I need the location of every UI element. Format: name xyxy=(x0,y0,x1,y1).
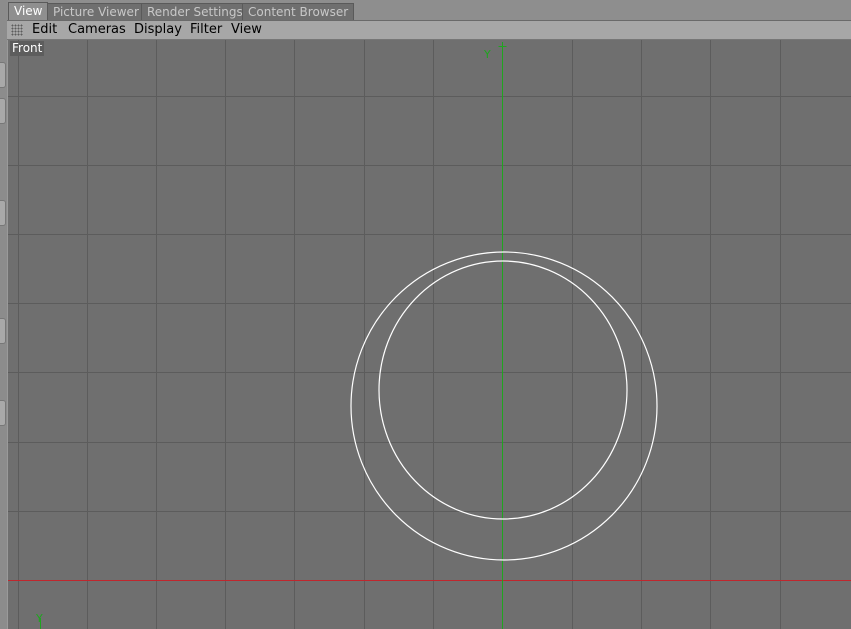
tab-render-settings[interactable]: Render Settings xyxy=(141,3,249,20)
left-dock-tab[interactable] xyxy=(0,318,6,344)
left-dock-tab[interactable] xyxy=(0,98,6,124)
viewport-label[interactable]: Front xyxy=(10,41,45,56)
viewport-menu-bar: Edit Cameras Display Filter View xyxy=(7,21,851,40)
corner-axis-label: Y xyxy=(35,612,43,625)
menu-view[interactable]: View xyxy=(231,21,262,39)
menu-edit[interactable]: Edit xyxy=(32,21,57,39)
panel-tab-bar: View Picture Viewer Render Settings Cont… xyxy=(7,0,851,21)
front-viewport[interactable]: Y Y Front xyxy=(8,40,851,629)
left-dock-tab[interactable] xyxy=(0,62,6,88)
left-dock-tab[interactable] xyxy=(0,200,6,226)
left-dock-tab[interactable] xyxy=(0,400,6,426)
grip-icon[interactable] xyxy=(11,24,23,36)
outer-circle-spline[interactable] xyxy=(350,251,658,561)
tab-view[interactable]: View xyxy=(8,2,49,20)
left-edge-panel xyxy=(0,0,7,629)
tab-picture-viewer[interactable]: Picture Viewer xyxy=(47,3,145,20)
viewport-canvas[interactable]: Y Y xyxy=(8,40,851,629)
y-axis-label: Y xyxy=(483,48,491,61)
menu-cameras[interactable]: Cameras xyxy=(68,21,126,39)
menu-filter[interactable]: Filter xyxy=(190,21,222,39)
tab-content-browser[interactable]: Content Browser xyxy=(242,3,355,20)
menu-display[interactable]: Display xyxy=(134,21,182,39)
